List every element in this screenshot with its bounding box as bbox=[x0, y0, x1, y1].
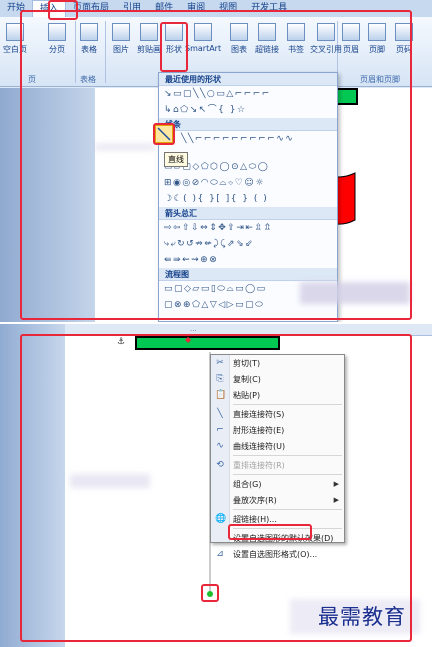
line-tool-highlight bbox=[153, 123, 175, 145]
format-shape-highlight bbox=[228, 524, 312, 540]
line-endpoint-highlight bbox=[201, 584, 219, 602]
context-menu-panel: ... ⚓ ◆ ✂ 剪切(T) ⎘ 复制(C) 📋 粘贴(P) ╲ 直接连接符(S) ⌐ 肘形连接… bbox=[0, 324, 432, 647]
word-insert-shapes-panel: 开始 插入 页面布局 引用 邮件 审阅 视图 开发工具 页 表格 页眉和页脚 空白页 分页 表格图… bbox=[0, 0, 432, 322]
insert-tab-highlight bbox=[48, 0, 78, 20]
outer-highlight-frame bbox=[20, 10, 412, 320]
ruler-label: ... bbox=[190, 325, 197, 333]
shapes-button-highlight bbox=[160, 22, 188, 72]
